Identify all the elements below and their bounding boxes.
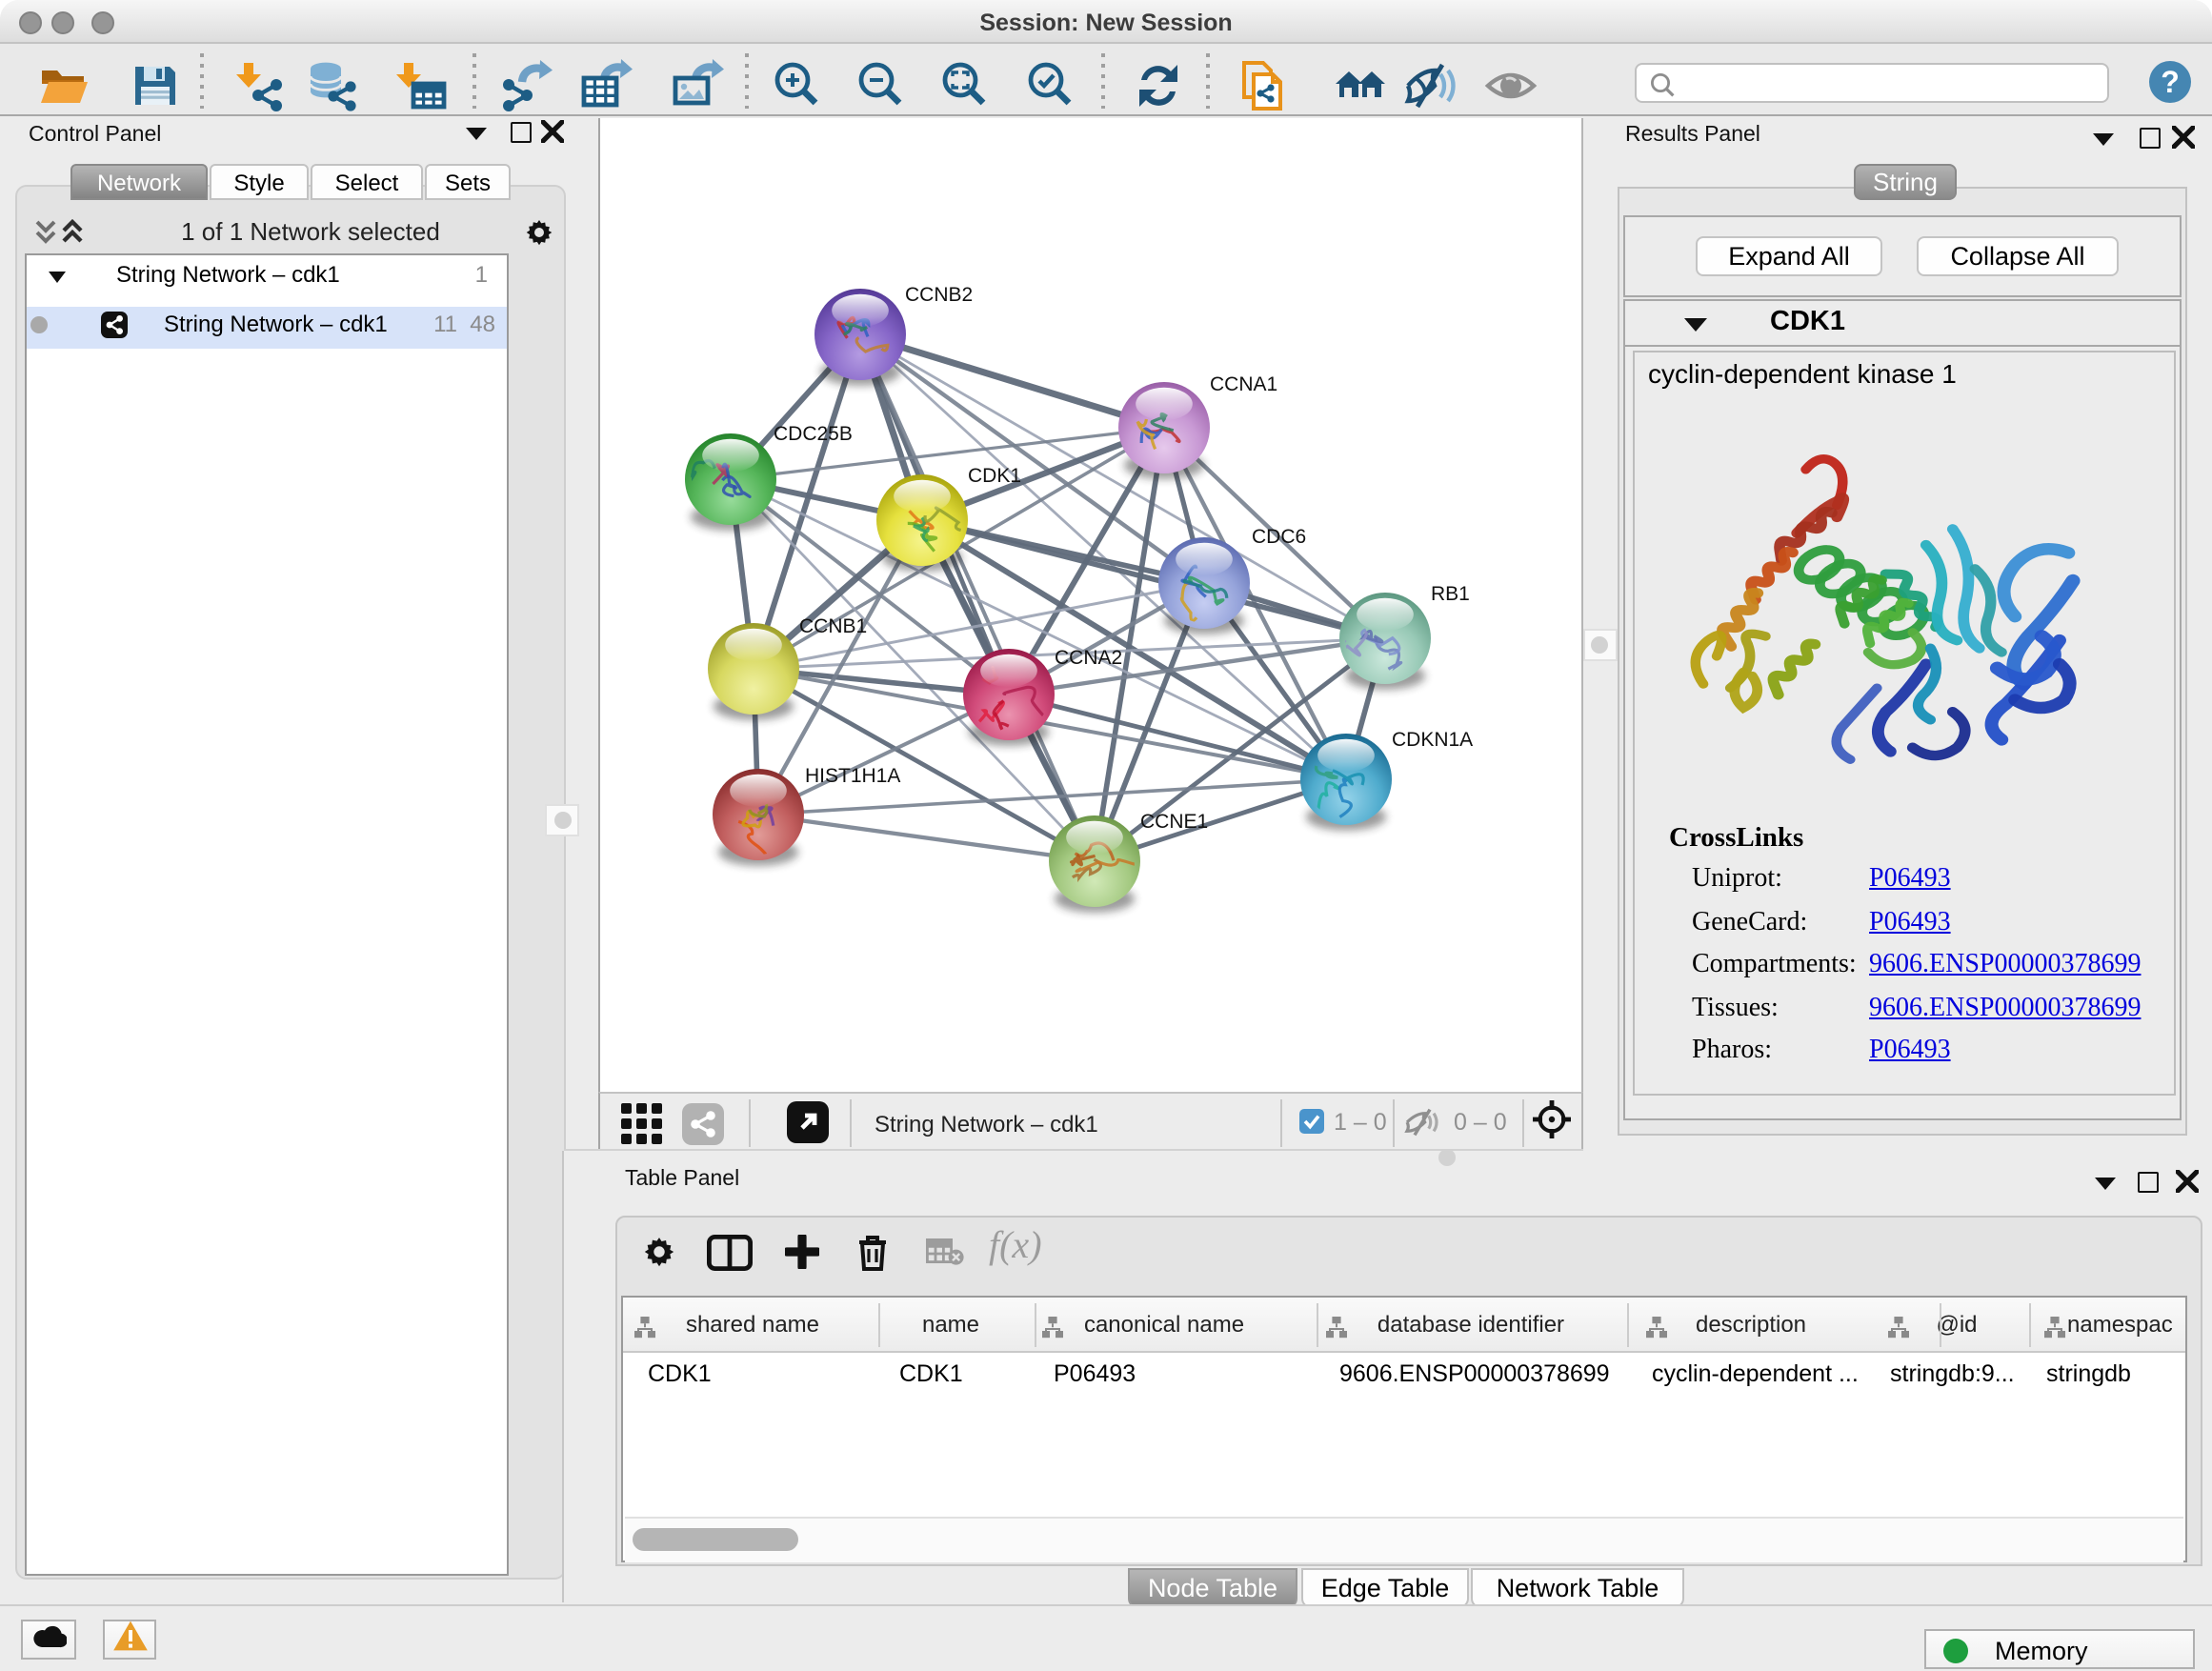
- svg-text:CCNB1: CCNB1: [799, 615, 867, 637]
- svg-text:CDKN1A: CDKN1A: [1392, 729, 1473, 751]
- svg-text:CDC25B: CDC25B: [774, 423, 853, 445]
- svg-text:CDC6: CDC6: [1252, 526, 1306, 548]
- svg-text:HIST1H1A: HIST1H1A: [805, 765, 900, 787]
- svg-text:RB1: RB1: [1431, 583, 1470, 605]
- svg-text:CDK1: CDK1: [968, 465, 1021, 487]
- svg-text:?: ?: [2161, 65, 2180, 99]
- svg-text:CCNB2: CCNB2: [905, 284, 973, 306]
- svg-text:CCNA1: CCNA1: [1210, 373, 1277, 395]
- svg-text:CCNE1: CCNE1: [1140, 811, 1208, 833]
- svg-text:CCNA2: CCNA2: [1055, 647, 1122, 669]
